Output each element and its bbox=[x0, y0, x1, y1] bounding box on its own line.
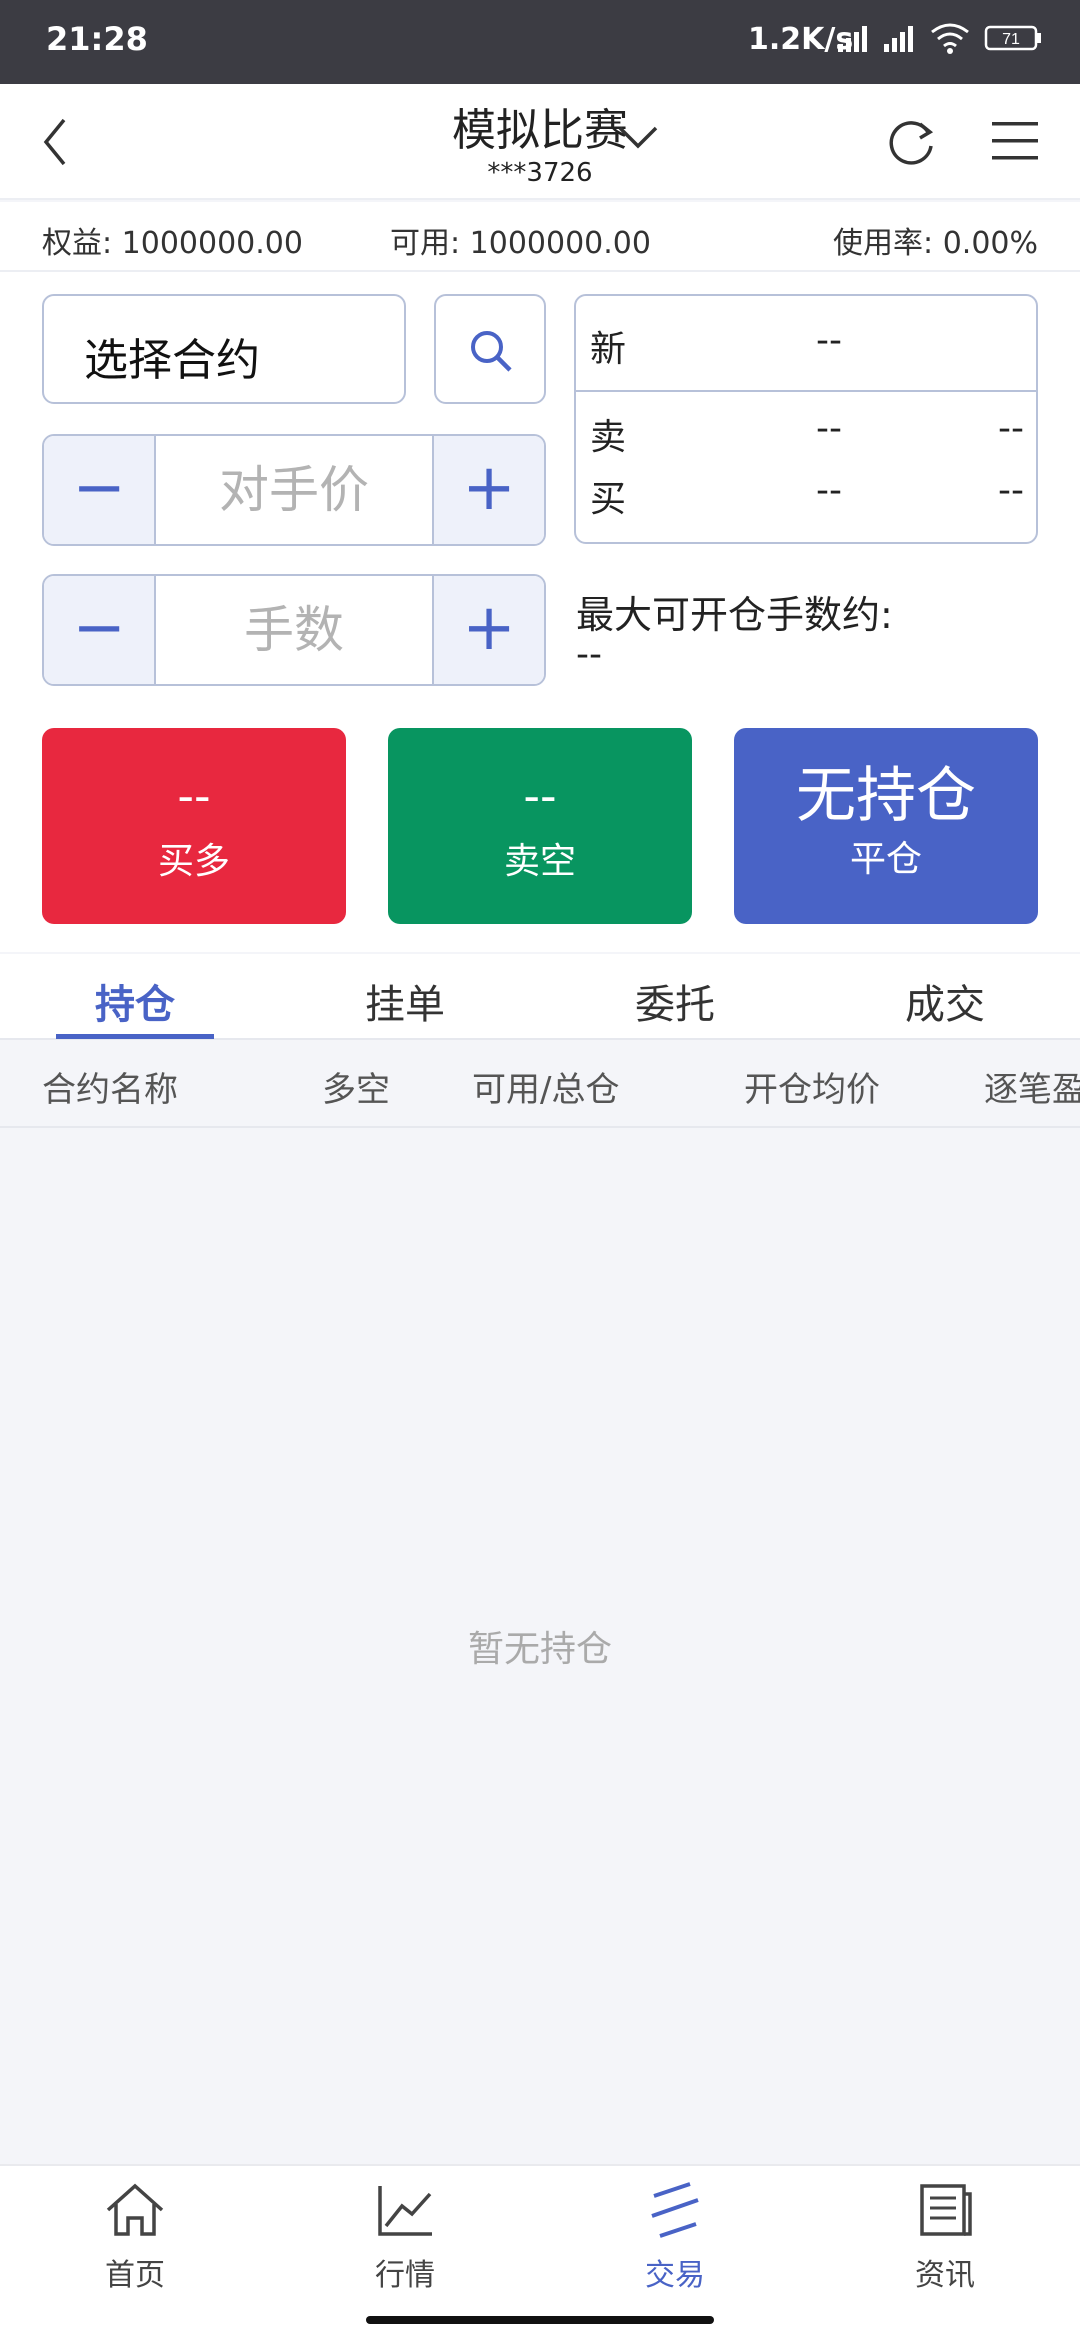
bottom-nav: 首页 行情 交易 资讯 bbox=[0, 2164, 1080, 2340]
col-avg-open-price: 开仓均价 bbox=[744, 1070, 880, 1110]
quote-buy-volume: -- bbox=[998, 470, 1024, 511]
lots-input[interactable]: 手数 bbox=[156, 576, 432, 684]
home-icon bbox=[106, 2183, 164, 2236]
trade-icon bbox=[651, 2182, 699, 2238]
buy-long-label: 买多 bbox=[157, 841, 230, 882]
search-icon bbox=[471, 331, 512, 372]
nav-market-label: 行情 bbox=[375, 2258, 435, 2293]
lots-stepper: − 手数 + bbox=[42, 574, 546, 686]
quote-new-value: -- bbox=[816, 320, 842, 361]
svg-text:71: 71 bbox=[1002, 31, 1020, 48]
positions-table-header: 合约名称 多空 可用/总仓 开仓均价 逐笔盈 bbox=[0, 1040, 1080, 1128]
order-tabs: 持仓 挂单 委托 成交 bbox=[0, 954, 1080, 1040]
max-lots-label: 最大可开仓手数约: bbox=[576, 593, 893, 637]
battery-icon: 71 bbox=[984, 25, 1041, 51]
nav-home[interactable]: 首页 bbox=[45, 2180, 225, 2294]
available-text: 可用: 1000000.00 bbox=[390, 226, 651, 261]
status-time: 21:28 bbox=[46, 20, 148, 58]
quote-panel: 新 -- 卖 -- -- 买 -- -- bbox=[574, 294, 1038, 544]
quote-divider bbox=[576, 390, 1036, 392]
tab-orders[interactable]: 委托 bbox=[595, 972, 755, 1030]
col-pnl: 逐笔盈 bbox=[984, 1070, 1080, 1110]
buy-long-price: -- bbox=[177, 769, 211, 823]
quote-sell-label: 卖 bbox=[590, 417, 627, 458]
news-icon bbox=[920, 2184, 972, 2236]
menu-icon[interactable] bbox=[990, 116, 1040, 166]
tab-positions[interactable]: 持仓 bbox=[55, 972, 215, 1030]
usage-text: 使用率: 0.00% bbox=[833, 226, 1038, 261]
nav-home-label: 首页 bbox=[105, 2258, 165, 2293]
status-bar: 21:28 1.2K/s 71 bbox=[0, 0, 1080, 84]
quote-buy-label: 买 bbox=[590, 479, 627, 520]
col-contract-name: 合约名称 bbox=[42, 1070, 178, 1110]
max-lots-value: -- bbox=[576, 634, 602, 675]
col-available-total: 可用/总仓 bbox=[472, 1070, 620, 1110]
refresh-icon[interactable] bbox=[884, 114, 940, 170]
sell-short-price: -- bbox=[523, 769, 557, 823]
quote-new-label: 新 bbox=[590, 329, 627, 370]
sell-short-label: 卖空 bbox=[503, 841, 576, 882]
contract-selector-label: 选择合约 bbox=[84, 335, 260, 386]
signal-icon-2 bbox=[884, 26, 913, 52]
lots-minus-button[interactable]: − bbox=[44, 576, 156, 684]
quote-sell-volume: -- bbox=[998, 408, 1024, 449]
tab-trades[interactable]: 成交 bbox=[865, 972, 1025, 1030]
contract-selector[interactable]: 选择合约 bbox=[42, 294, 406, 404]
home-indicator bbox=[366, 2316, 714, 2324]
sell-short-button[interactable]: -- 卖空 bbox=[388, 728, 692, 924]
nav-trade-label: 交易 bbox=[645, 2258, 705, 2293]
price-minus-button[interactable]: − bbox=[44, 436, 156, 544]
quote-buy-price: -- bbox=[816, 470, 842, 511]
account-summary: 权益: 1000000.00 可用: 1000000.00 使用率: 0.00% bbox=[0, 202, 1080, 272]
quote-sell-price: -- bbox=[816, 408, 842, 449]
top-bar: 模拟比赛 ***3726 bbox=[0, 84, 1080, 200]
close-position-status: 无持仓 bbox=[796, 761, 976, 831]
nav-news-label: 资讯 bbox=[915, 2258, 975, 2293]
wifi-icon bbox=[931, 23, 969, 54]
lots-plus-button[interactable]: + bbox=[432, 576, 544, 684]
chart-icon bbox=[378, 2186, 432, 2236]
price-plus-button[interactable]: + bbox=[432, 436, 544, 544]
close-position-label: 平仓 bbox=[849, 839, 922, 880]
col-direction: 多空 bbox=[322, 1070, 390, 1110]
empty-state-text: 暂无持仓 bbox=[467, 1629, 612, 1670]
signal-icon bbox=[838, 26, 867, 52]
search-button[interactable] bbox=[434, 294, 546, 404]
price-input[interactable]: 对手价 bbox=[156, 436, 432, 544]
equity-text: 权益: 1000000.00 bbox=[42, 226, 303, 261]
chevron-down-icon[interactable] bbox=[616, 122, 660, 152]
tab-pending[interactable]: 挂单 bbox=[325, 972, 485, 1030]
trade-panel: 选择合约 − 对手价 + − 手数 + 新 -- 卖 -- -- 买 -- --… bbox=[0, 272, 1080, 952]
tab-indicator bbox=[56, 1034, 214, 1039]
buy-long-button[interactable]: -- 买多 bbox=[42, 728, 346, 924]
nav-trade[interactable]: 交易 bbox=[585, 2180, 765, 2294]
price-stepper: − 对手价 + bbox=[42, 434, 546, 546]
nav-news[interactable]: 资讯 bbox=[855, 2180, 1035, 2294]
nav-market[interactable]: 行情 bbox=[315, 2180, 495, 2294]
close-position-button[interactable]: 无持仓 平仓 bbox=[734, 728, 1038, 924]
